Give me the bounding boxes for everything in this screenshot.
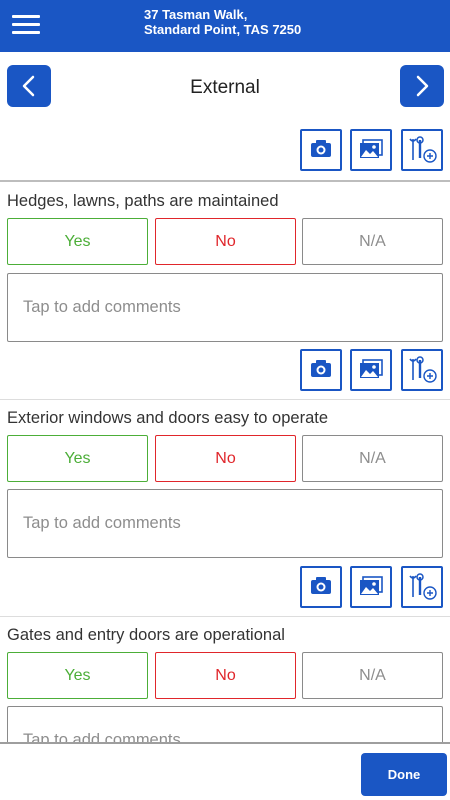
footer-divider [0, 742, 450, 744]
chevron-right-icon [416, 75, 429, 97]
question-1-camera-button[interactable] [300, 349, 342, 391]
tools-add-icon [409, 573, 437, 600]
footer-bar: Done [0, 742, 450, 800]
gallery-icon [360, 576, 383, 595]
question-1-comment-field[interactable]: Tap to add comments [7, 273, 443, 342]
section-nav: External [0, 52, 450, 127]
question-1-add-maintenance-button[interactable] [401, 349, 443, 391]
question-1-label: Hedges, lawns, paths are maintained [7, 192, 279, 210]
question-2-camera-button[interactable] [300, 566, 342, 608]
property-address: 37 Tasman Walk, Standard Point, TAS 7250 [144, 7, 301, 37]
section-gallery-button[interactable] [350, 129, 392, 171]
question-1-gallery-button[interactable] [350, 349, 392, 391]
checklist-scroll-area[interactable]: Hedges, lawns, paths are maintained Yes … [0, 127, 450, 742]
question-3-yes-button[interactable]: Yes [7, 652, 148, 699]
question-2-comment-field[interactable]: Tap to add comments [7, 489, 443, 558]
question-2-add-maintenance-button[interactable] [401, 566, 443, 608]
question-1-na-button[interactable]: N/A [302, 218, 443, 265]
address-line-2: Standard Point, TAS 7250 [144, 22, 302, 37]
question-3-comment-field[interactable]: Tap to add comments [7, 706, 443, 742]
gallery-icon [360, 139, 383, 158]
question-divider [0, 616, 450, 617]
question-divider [0, 399, 450, 400]
camera-icon [311, 360, 331, 377]
question-3-label: Gates and entry doors are operational [7, 626, 285, 644]
question-3-no-button[interactable]: No [155, 652, 296, 699]
camera-icon [311, 577, 331, 594]
question-2-yes-button[interactable]: Yes [7, 435, 148, 482]
gallery-icon [360, 359, 383, 378]
tools-add-icon [409, 356, 437, 383]
done-button[interactable]: Done [361, 753, 447, 796]
address-line-1: 37 Tasman Walk, [144, 7, 248, 22]
camera-icon [311, 140, 331, 157]
question-2-no-button[interactable]: No [155, 435, 296, 482]
section-camera-button[interactable] [300, 129, 342, 171]
question-2-gallery-button[interactable] [350, 566, 392, 608]
section-add-maintenance-button[interactable] [401, 129, 443, 171]
app-header: 37 Tasman Walk, Standard Point, TAS 7250 [0, 0, 450, 52]
question-2-na-button[interactable]: N/A [302, 435, 443, 482]
question-1-yes-button[interactable]: Yes [7, 218, 148, 265]
menu-icon[interactable] [12, 12, 42, 38]
section-title: External [190, 77, 260, 98]
tools-add-icon [409, 136, 437, 163]
question-2-label: Exterior windows and doors easy to opera… [7, 409, 329, 427]
next-section-button[interactable] [400, 65, 444, 107]
section-divider [0, 180, 450, 182]
question-1-no-button[interactable]: No [155, 218, 296, 265]
question-3-na-button[interactable]: N/A [302, 652, 443, 699]
